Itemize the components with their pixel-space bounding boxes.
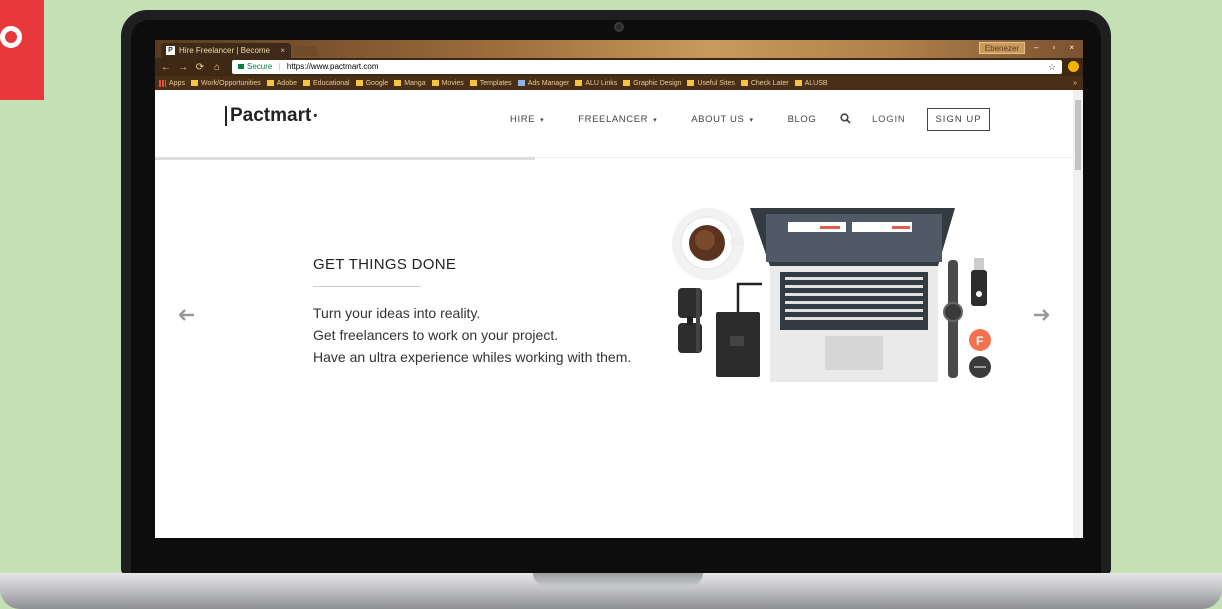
browser-tab[interactable]: P Hire Freelancer | Become × [161,43,291,58]
menu-freelancer[interactable]: FREELANCER ▾ [578,114,657,125]
bookmark-folder[interactable]: Adobe [266,80,297,87]
usb-drive-icon [971,258,987,306]
web-page: Pactmart • HIRE ▾ FREELANCER ▾ ABOUT US ▾ BL… [155,90,1073,538]
tab-title: Hire Freelancer | Become [179,46,270,55]
folder-icon [266,80,274,86]
back-icon[interactable]: ← [160,62,172,73]
menu-blog[interactable]: BLOG [788,114,817,125]
folder-icon [431,80,439,86]
url-text: https://www.pactmart.com [286,62,379,71]
laptop-screen: P Hire Freelancer | Become × Ebenezer – … [155,40,1083,538]
folder-icon [355,80,363,86]
svg-text:F: F [976,334,983,348]
window-controls: Ebenezer – ▫ × [978,42,1079,54]
tab-close-icon[interactable]: × [280,43,285,58]
new-tab-button[interactable] [293,46,319,56]
minimize-button[interactable]: – [1029,42,1043,54]
login-link[interactable]: LOGIN [872,114,906,125]
chevron-down-icon: ▾ [653,117,658,124]
bookmark-folder[interactable]: Useful Sites [687,80,735,87]
secure-label: Secure [247,62,273,71]
brand-dot: • [313,110,318,122]
folder-icon [687,80,695,86]
bookmark-folder[interactable]: Templates [469,80,512,87]
bookmark-folder[interactable]: Google [355,80,388,87]
bookmark-folder[interactable]: ALUSB [794,80,828,87]
bookmark-folder[interactable]: Graphic Design [623,80,681,87]
browser-tab-bar: P Hire Freelancer | Become × Ebenezer – … [155,40,1083,58]
home-icon[interactable]: ⌂ [211,62,223,73]
laptop-illustration-icon [750,208,955,382]
folder-icon [794,80,802,86]
lock-icon [238,64,244,69]
corner-logo [0,0,44,100]
profile-button[interactable]: Ebenezer [978,42,1026,54]
bookmarks-overflow-icon[interactable]: » [1073,80,1077,87]
headline-divider [313,286,421,287]
folder-icon [190,80,198,86]
sunglasses-icon [678,288,702,353]
coffee-cup-icon [672,208,744,280]
bookmark-folder[interactable]: Work/Opportunities [190,80,261,87]
hero-line: Get freelancers to work on your project. [313,327,559,343]
address-toolbar: ← → ⟳ ⌂ Secure | https://www.pactmart.co… [155,58,1083,76]
maximize-button[interactable]: ▫ [1047,42,1060,54]
folder-icon [740,80,748,86]
folder-icon [394,80,402,86]
f-badge-icon: F [969,329,991,351]
close-window-button[interactable]: × [1064,42,1079,54]
webcam-icon [614,22,624,32]
search-icon[interactable] [840,113,851,127]
site-header: Pactmart • HIRE ▾ FREELANCER ▾ ABOUT US ▾ BL… [155,90,1073,158]
bookmark-folder[interactable]: Check Later [740,80,789,87]
site-menu: HIRE ▾ FREELANCER ▾ ABOUT US ▾ BLOG [510,114,850,125]
bookmark-folder[interactable]: Manga [394,80,426,87]
folder-icon [575,80,583,86]
hero-headline: GET THINGS DONE [313,256,457,273]
wristwatch-icon [943,260,963,378]
bookmark-folder[interactable]: Educational [303,80,350,87]
site-logo[interactable]: Pactmart • [225,106,317,126]
forward-icon[interactable]: → [177,62,189,73]
bookmark-folder[interactable]: Movies [431,80,464,87]
slider-prev-arrow-icon[interactable] [178,308,195,326]
bookmarks-bar: Apps Work/Opportunities Adobe Educationa… [155,76,1083,90]
workspace-illustration: F [672,208,991,382]
laptop-notch [533,573,703,586]
scrollbar-thumb[interactable] [1075,100,1081,170]
address-bar[interactable]: Secure | https://www.pactmart.com ☆ [232,60,1062,74]
signup-button[interactable]: SIGN UP [927,108,990,131]
laptop-base [0,573,1222,609]
bookmark-ads-manager[interactable]: Ads Manager [517,80,569,87]
chevron-down-icon: ▾ [749,117,754,124]
page-scrollbar[interactable] [1073,90,1083,538]
tab-favicon-icon: P [166,46,175,55]
bookmark-star-icon[interactable]: ☆ [1048,60,1056,74]
brand-name: Pactmart [230,105,312,126]
slider-progress-bar [155,157,535,160]
folder-icon [469,80,477,86]
hero-line: Turn your ideas into reality. [313,305,481,321]
page-icon [517,80,525,86]
apps-grid-icon [159,79,166,87]
bookmark-apps[interactable]: Apps [159,79,185,87]
hero-line: Have an ultra experience whiles working … [313,349,632,365]
hero-text: Turn your ideas into reality. Get freela… [313,302,631,368]
menu-hire[interactable]: HIRE ▾ [510,114,544,125]
slider-next-arrow-icon[interactable] [1033,308,1050,326]
folder-icon [623,80,631,86]
extension-icon[interactable] [1068,61,1079,72]
chevron-down-icon: ▾ [540,117,545,124]
folder-icon [303,80,311,86]
hard-drive-icon [716,282,762,377]
reload-icon[interactable]: ⟳ [194,62,206,73]
bookmark-folder[interactable]: ALU Links [575,80,617,87]
arrow-badge-icon [969,356,991,378]
menu-about-us[interactable]: ABOUT US ▾ [691,114,753,125]
logo-ring-icon [0,26,22,48]
